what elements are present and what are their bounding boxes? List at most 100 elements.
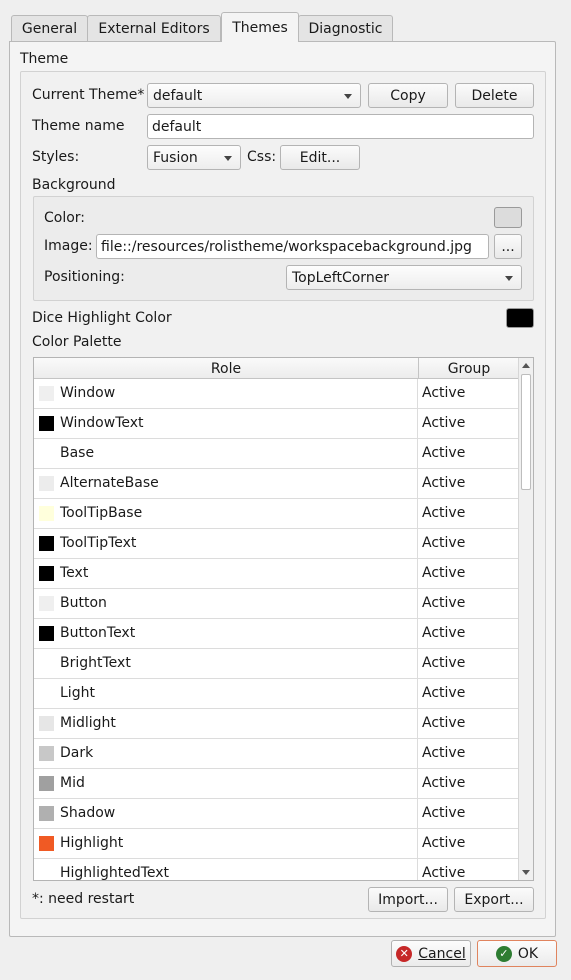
group-cell[interactable]: Active	[422, 415, 465, 431]
role-cell[interactable]: WindowText	[34, 409, 418, 439]
table-row[interactable]: ButtonText Active	[34, 619, 519, 649]
role-cell[interactable]: BrightText	[34, 649, 418, 679]
role-cell[interactable]: Dark	[34, 739, 418, 769]
role-cell[interactable]: ToolTipBase	[34, 499, 418, 529]
group-cell[interactable]: Active	[422, 655, 465, 671]
color-swatch	[39, 476, 54, 491]
chevron-down-icon	[224, 156, 232, 161]
role-name: Window	[60, 385, 116, 401]
role-cell[interactable]: Mid	[34, 769, 418, 799]
role-cell[interactable]: Base	[34, 439, 418, 469]
table-row[interactable]: Text Active	[34, 559, 519, 589]
tab-general[interactable]: General	[11, 15, 88, 41]
ok-button[interactable]: ✓ OK	[477, 940, 557, 967]
check-icon: ✓	[495, 945, 512, 962]
role-cell[interactable]: Shadow	[34, 799, 418, 829]
role-cell[interactable]: Midlight	[34, 709, 418, 739]
tab-diagnostic[interactable]: Diagnostic	[298, 15, 393, 41]
restart-note: *: need restart	[32, 891, 135, 907]
role-cell[interactable]: HighlightedText	[34, 859, 418, 880]
role-name: Midlight	[60, 715, 116, 731]
export-button[interactable]: Export...	[454, 887, 534, 912]
positioning-combo[interactable]: TopLeftCorner	[286, 265, 522, 290]
color-swatch	[39, 626, 54, 641]
role-cell[interactable]: Light	[34, 679, 418, 709]
table-row[interactable]: Button Active	[34, 589, 519, 619]
role-name: Base	[60, 445, 95, 461]
scroll-down-icon[interactable]	[522, 870, 530, 875]
group-cell[interactable]: Active	[422, 385, 465, 401]
import-button[interactable]: Import...	[368, 887, 448, 912]
group-cell[interactable]: Active	[422, 745, 465, 761]
color-swatch	[39, 416, 54, 431]
current-theme-value: default	[153, 87, 203, 104]
theme-group-title: Theme	[20, 51, 69, 67]
browse-image-button[interactable]: ...	[494, 234, 522, 259]
background-color-button[interactable]	[494, 207, 522, 228]
group-cell[interactable]: Active	[422, 805, 465, 821]
table-row[interactable]: HighlightedText Active	[34, 859, 519, 880]
group-cell[interactable]: Active	[422, 685, 465, 701]
column-header-group[interactable]: Group	[419, 358, 519, 379]
vertical-scrollbar[interactable]	[518, 358, 533, 880]
table-row[interactable]: ToolTipBase Active	[34, 499, 519, 529]
table-row[interactable]: Base Active	[34, 439, 519, 469]
role-name: BrightText	[60, 655, 131, 671]
css-edit-button[interactable]: Edit...	[280, 145, 360, 170]
background-image-field[interactable]: file::/resources/rolistheme/workspacebac…	[96, 234, 489, 259]
group-cell[interactable]: Active	[422, 535, 465, 551]
role-name: Highlight	[60, 835, 124, 851]
role-cell[interactable]: ButtonText	[34, 619, 418, 649]
group-cell[interactable]: Active	[422, 565, 465, 581]
color-swatch	[39, 506, 54, 521]
color-palette-label: Color Palette	[32, 334, 122, 350]
role-cell[interactable]: ToolTipText	[34, 529, 418, 559]
color-swatch	[39, 656, 54, 671]
delete-button[interactable]: Delete	[455, 83, 534, 108]
table-row[interactable]: BrightText Active	[34, 649, 519, 679]
role-cell[interactable]: AlternateBase	[34, 469, 418, 499]
table-row[interactable]: Mid Active	[34, 769, 519, 799]
table-row[interactable]: Dark Active	[34, 739, 519, 769]
role-name: ToolTipText	[60, 535, 137, 551]
theme-name-field[interactable]: default	[147, 114, 534, 139]
table-row[interactable]: Midlight Active	[34, 709, 519, 739]
group-cell[interactable]: Active	[422, 625, 465, 641]
group-cell[interactable]: Active	[422, 445, 465, 461]
group-cell[interactable]: Active	[422, 835, 465, 851]
group-cell[interactable]: Active	[422, 595, 465, 611]
role-cell[interactable]: Window	[34, 379, 418, 409]
current-theme-combo[interactable]: default	[147, 83, 361, 108]
chevron-down-icon	[344, 94, 352, 99]
table-row[interactable]: Shadow Active	[34, 799, 519, 829]
role-cell[interactable]: Highlight	[34, 829, 418, 859]
copy-button[interactable]: Copy	[368, 83, 448, 108]
table-row[interactable]: Highlight Active	[34, 829, 519, 859]
cancel-button[interactable]: ✕ Cancel	[391, 940, 471, 967]
role-name: Dark	[60, 745, 94, 761]
color-palette-table[interactable]: Role Group Window Active WindowText Active B…	[33, 357, 534, 881]
tab-themes[interactable]: Themes	[221, 12, 299, 42]
table-row[interactable]: Window Active	[34, 379, 519, 409]
color-swatch	[39, 446, 54, 461]
group-cell[interactable]: Active	[422, 775, 465, 791]
dice-highlight-color-button[interactable]	[506, 308, 534, 328]
scroll-up-icon[interactable]	[522, 363, 530, 368]
tab-external-editors[interactable]: External Editors	[87, 15, 221, 41]
table-row[interactable]: ToolTipText Active	[34, 529, 519, 559]
table-row[interactable]: AlternateBase Active	[34, 469, 519, 499]
color-swatch	[39, 686, 54, 701]
role-cell[interactable]: Text	[34, 559, 418, 589]
scroll-thumb[interactable]	[521, 374, 531, 490]
table-row[interactable]: WindowText Active	[34, 409, 519, 439]
group-cell[interactable]: Active	[422, 505, 465, 521]
styles-combo[interactable]: Fusion	[147, 145, 241, 170]
color-swatch	[39, 866, 54, 880]
group-cell[interactable]: Active	[422, 715, 465, 731]
group-cell[interactable]: Active	[422, 865, 465, 880]
color-swatch	[39, 386, 54, 401]
role-cell[interactable]: Button	[34, 589, 418, 619]
column-header-role[interactable]: Role	[34, 358, 419, 379]
group-cell[interactable]: Active	[422, 475, 465, 491]
table-row[interactable]: Light Active	[34, 679, 519, 709]
